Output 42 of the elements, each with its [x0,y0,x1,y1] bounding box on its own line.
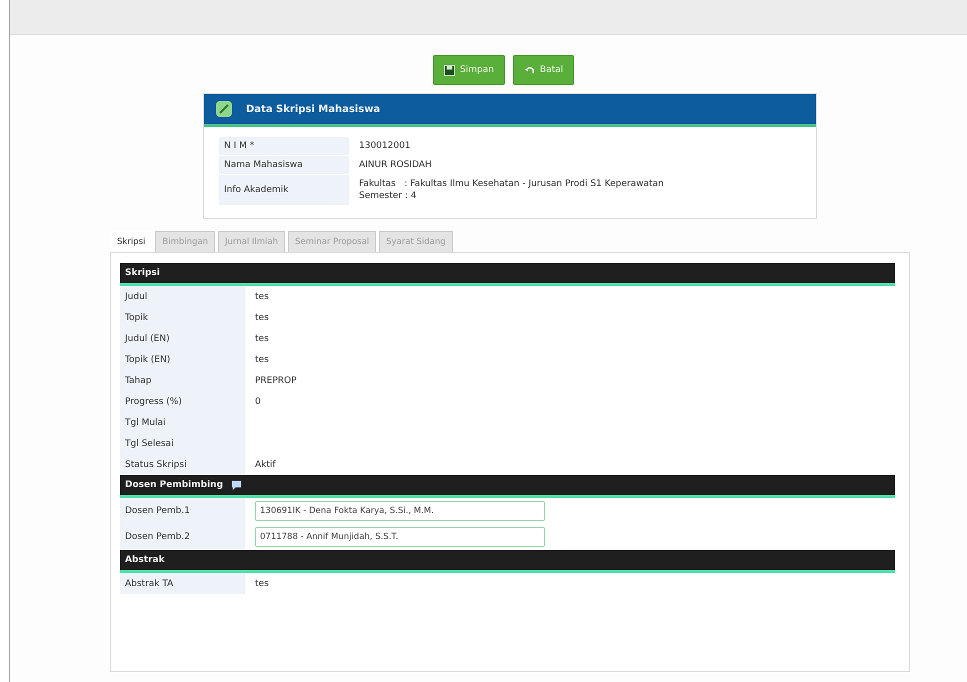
section-title: Dosen Pembimbing [125,480,224,490]
tab[interactable]: Jurnal Ilmiah [218,231,285,252]
comment-icon[interactable] [231,480,242,490]
field-value: AINUR ROSIDAH [359,160,432,170]
section-title: Abstrak [125,555,165,565]
input-field[interactable]: 0711788 - Annif Munjidah, S.S.T. [255,527,545,547]
field-value: Aktif [255,460,276,470]
tab[interactable]: Syarat Sidang [379,231,453,252]
field-label: Topik [125,312,148,322]
tab[interactable]: Seminar Proposal [288,231,376,252]
field-value: PREPROP [255,376,297,386]
field-label: Judul [125,292,148,302]
field-label: Tgl Selesai [125,438,174,448]
field-value: tes [255,312,269,322]
field-label: Info Akademik [224,185,288,195]
field-label: Tgl Mulai [125,418,166,428]
save-button[interactable]: Simpan [433,55,505,85]
field-value: 0 [255,396,261,406]
section-title: Skripsi [125,268,160,278]
field-label: Status Skripsi [125,460,187,470]
tab[interactable]: Bimbingan [155,231,215,252]
input-field[interactable]: 130691IK - Dena Fokta Karya, S.Si., M.M. [255,501,545,521]
undo-arrow-icon [524,64,535,76]
field-value: Semester : 4 [359,191,418,201]
field-label: Abstrak TA [125,578,174,588]
document-icon [214,99,234,119]
field-label: N I M * [224,141,254,151]
field-label: Dosen Pemb.2 [125,532,190,542]
field-value: 130012001 [359,141,411,151]
field-label: Dosen Pemb.1 [125,506,190,516]
field-value: tes [255,292,269,302]
field-value: tes [255,334,269,344]
field-label: Tahap [125,376,152,386]
field-label: Judul (EN) [125,334,170,344]
cancel-button[interactable]: Batal [512,55,574,85]
field-value: tes [255,578,269,588]
field-label: Topik (EN) [125,354,170,364]
field-value: Fakultas : Fakultas Ilmu Kesehatan - Jurusan Prodi S1 Keperawatan [359,179,664,189]
field-value: tes [255,354,269,364]
field-label: Progress (%) [125,396,182,406]
field-label: Nama Mahasiswa [224,160,303,170]
card-title: Data Skripsi Mahasiswa [246,104,380,114]
